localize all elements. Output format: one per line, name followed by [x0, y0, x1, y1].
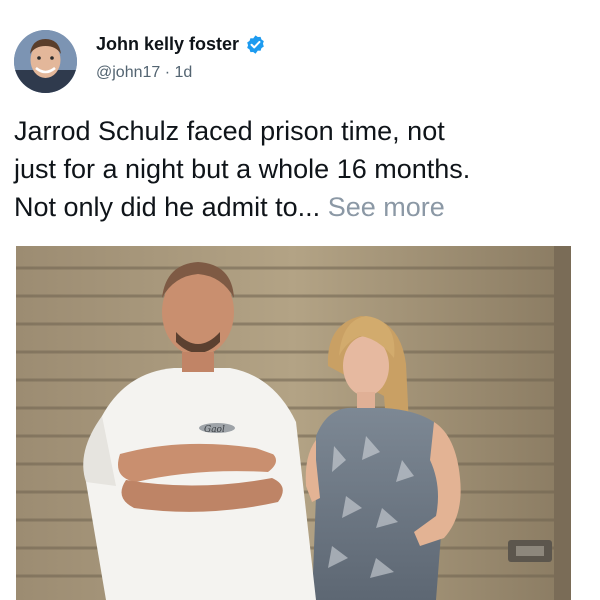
- avatar-photo: [14, 30, 77, 93]
- verified-badge-icon: [245, 34, 266, 55]
- meta-separator: ·: [164, 64, 171, 81]
- author-display-name[interactable]: John kelly foster: [96, 34, 239, 55]
- tweet-header: John kelly foster @john17 · 1d: [14, 30, 584, 96]
- photo-two-people: Gaol: [16, 246, 571, 600]
- see-more-link[interactable]: See more: [328, 192, 445, 222]
- tweet-text-line: Not only did he admit to... See more: [14, 188, 586, 226]
- tweet-text-truncated: Not only did he admit to...: [14, 192, 321, 222]
- author-name-row: John kelly foster: [96, 34, 266, 55]
- tweet-text-line: Jarrod Schulz faced prison time, not: [14, 116, 445, 146]
- tweet-text-line: just for a night but a whole 16 months.: [14, 154, 471, 184]
- tweet-meta: @john17 · 1d: [96, 64, 192, 82]
- tweet-media-photo[interactable]: Gaol: [16, 246, 571, 600]
- avatar[interactable]: [14, 30, 77, 93]
- shirt-logo-text: Gaol: [204, 425, 225, 435]
- tweet-body: Jarrod Schulz faced prison time, not jus…: [14, 112, 586, 226]
- author-handle[interactable]: @john17: [96, 64, 160, 81]
- tweet-timestamp[interactable]: 1d: [175, 64, 193, 81]
